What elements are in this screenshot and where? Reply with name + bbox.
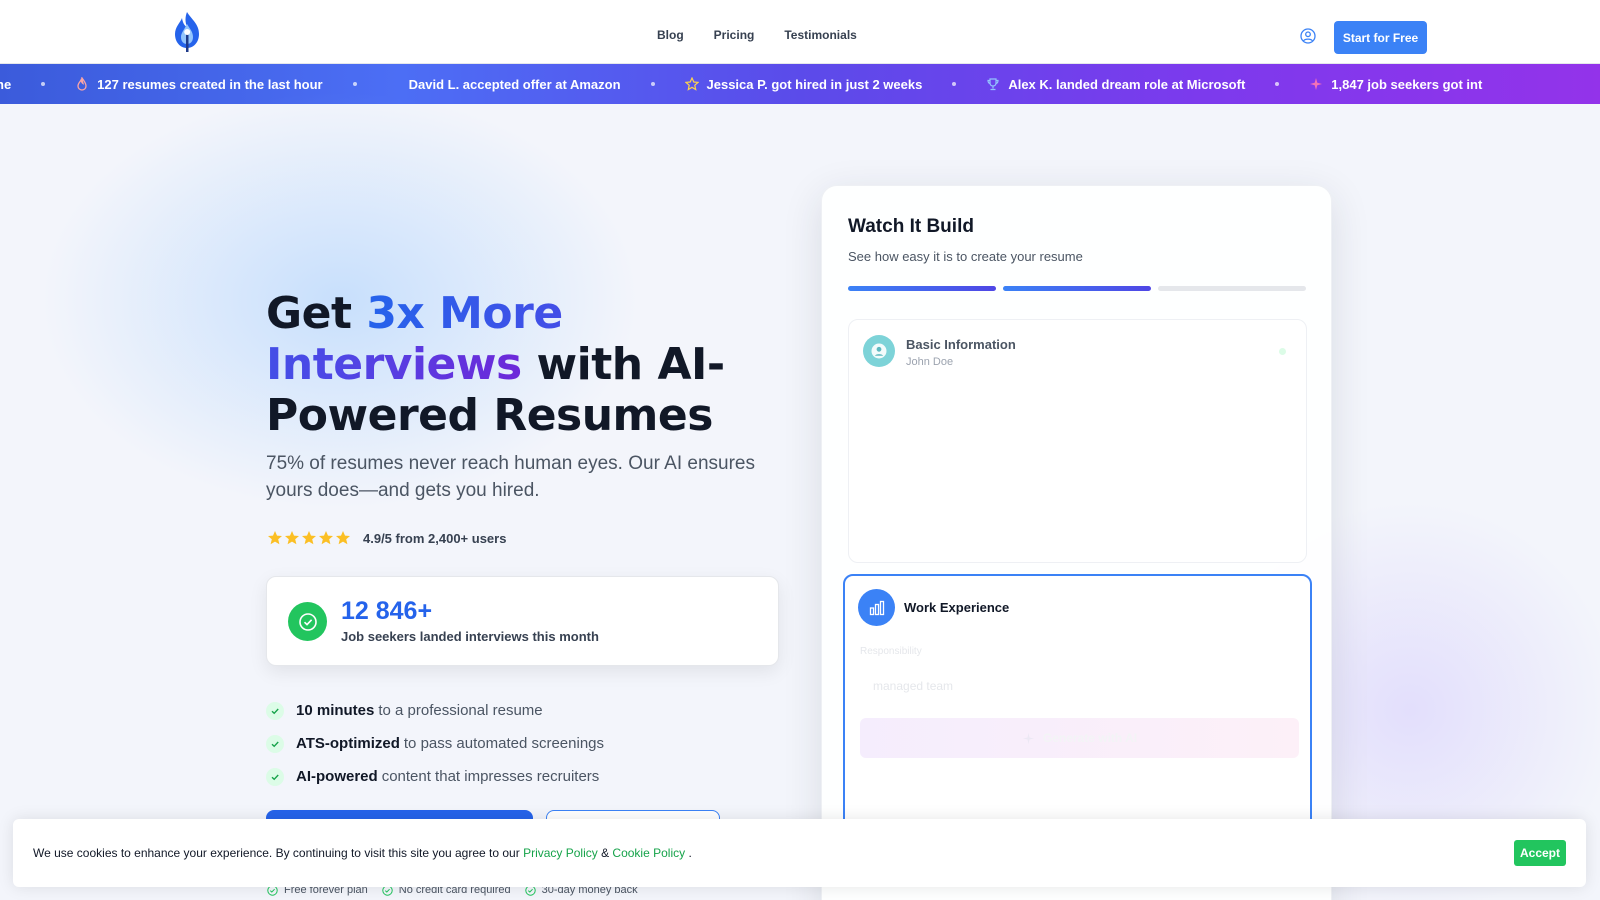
- check-icon: [266, 701, 284, 720]
- watch-it-build-card: Watch It Build See how easy it is to cre…: [821, 185, 1332, 900]
- feature-item: 10 minutes to a professional resume: [266, 694, 604, 727]
- sparkle-icon: [1022, 732, 1034, 744]
- interviews-stat-card: 12 846+ Job seekers landed interviews th…: [266, 576, 779, 666]
- check-icon: [266, 767, 284, 786]
- stat-description: Job seekers landed interviews this month: [341, 629, 599, 644]
- build-progress: [848, 286, 1306, 291]
- feature-item: ATS-optimized to pass automated screening…: [266, 727, 604, 760]
- privacy-policy-link[interactable]: Privacy Policy: [523, 846, 598, 860]
- accept-cookies-button[interactable]: Accept: [1514, 840, 1566, 866]
- check-icon: [266, 734, 284, 753]
- ticker-item: Jessica P. got hired in just 2 weeks: [684, 77, 987, 92]
- start-for-free-button[interactable]: Start for Free: [1334, 21, 1427, 54]
- responsibility-input[interactable]: [860, 669, 1298, 703]
- flame-icon: [77, 77, 87, 91]
- field-label: Responsibility: [860, 646, 922, 657]
- generate-with-ai-button[interactable]: Generate with AI: [860, 718, 1299, 758]
- step-work-experience: Work Experience Responsibility Generate …: [843, 574, 1312, 834]
- user-rating: 4.9/5 from 2,400+ users: [267, 530, 506, 546]
- progress-segment: [1003, 286, 1151, 291]
- check-circle-icon: [288, 602, 327, 641]
- ticker-separator: [952, 82, 957, 86]
- main-nav: Blog Pricing Testimonials: [657, 28, 857, 42]
- ticker-item: Alex K. landed dream role at Microsoft: [986, 77, 1309, 92]
- step-basic-information: Basic Information John Doe: [848, 319, 1307, 563]
- rating-stars: [267, 530, 351, 546]
- status-dot: [1279, 348, 1286, 355]
- progress-segment: [848, 286, 996, 291]
- hero-headline: Get 3x More Interviews with AI-Powered R…: [266, 288, 725, 441]
- card-title: Watch It Build: [848, 216, 974, 237]
- feature-item: AI-powered content that impresses recruit…: [266, 760, 604, 793]
- cookie-policy-link[interactable]: Cookie Policy: [612, 846, 685, 860]
- step-title: Work Experience: [904, 600, 1010, 615]
- sparkle-icon: [1310, 78, 1323, 90]
- star-icon: [319, 531, 333, 545]
- card-subtitle: See how easy it is to create your resume: [848, 249, 1083, 264]
- user-icon: [863, 335, 895, 367]
- stat-number: 12 846+: [341, 597, 433, 625]
- nav-blog[interactable]: Blog: [657, 28, 684, 42]
- ticker-separator: [352, 82, 357, 86]
- progress-segment: [1158, 286, 1306, 291]
- star-icon: [684, 77, 699, 91]
- user-account-icon[interactable]: [1300, 28, 1316, 44]
- cookie-banner: We use cookies to enhance your experienc…: [13, 819, 1586, 887]
- nav-pricing[interactable]: Pricing: [714, 28, 755, 42]
- star-icon: [336, 531, 350, 545]
- hero-subtitle: 75% of resumes never reach human eyes. O…: [266, 453, 755, 501]
- ticker-separator: [1275, 82, 1280, 86]
- site-header: Blog Pricing Testimonials Start for Free: [0, 0, 1600, 64]
- feature-list: 10 minutes to a professional resume ATS-o…: [266, 694, 604, 793]
- star-icon: [268, 531, 282, 545]
- logo-icon[interactable]: [170, 10, 204, 54]
- step-value: John Doe: [906, 356, 954, 368]
- cookie-text: We use cookies to enhance your experienc…: [33, 846, 692, 860]
- rating-text: 4.9/5 from 2,400+ users: [363, 530, 507, 546]
- step-title: Basic Information: [906, 337, 1016, 352]
- star-icon: [285, 531, 299, 545]
- star-icon: [302, 531, 316, 545]
- trophy-icon: [987, 78, 999, 91]
- bar-chart-icon: [858, 589, 895, 626]
- ticker-separator: [650, 82, 655, 86]
- ticker-item: 1,847 job seekers got int: [1309, 77, 1482, 92]
- ticker-separator: [41, 82, 46, 86]
- nav-testimonials[interactable]: Testimonials: [784, 28, 856, 42]
